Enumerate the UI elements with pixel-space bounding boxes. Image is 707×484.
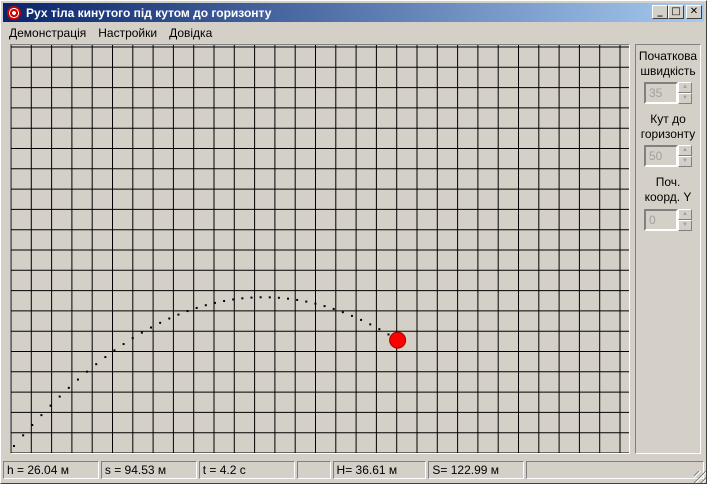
- trail-dot: [113, 349, 116, 352]
- angle-spinner[interactable]: 50 ▲ ▼: [644, 145, 692, 167]
- maximize-button[interactable]: □: [668, 5, 684, 19]
- trail-dot: [150, 326, 153, 329]
- trail-dot: [360, 318, 363, 321]
- trail-dot: [58, 395, 61, 398]
- start-y-label: Поч. коорд. Y: [636, 175, 700, 205]
- trail-dot: [95, 363, 98, 366]
- trail-dot: [122, 343, 125, 346]
- parameters-panel: Початкова швидкість 35 ▲ ▼ Кут до горизо…: [635, 44, 701, 454]
- status-time: t = 4.2 с: [198, 461, 295, 479]
- velocity-label-line2: швидкість: [640, 64, 696, 78]
- window-title: Рух тіла кинутого під кутом до горизонту: [26, 5, 272, 20]
- menu-help[interactable]: Довідка: [163, 26, 218, 40]
- status-height: h = 26.04 м: [3, 461, 99, 479]
- trail-dot: [369, 323, 372, 326]
- velocity-label-line1: Початкова: [638, 49, 698, 63]
- trajectory-plot: [11, 45, 629, 453]
- window-controls: _ □ ✕: [652, 5, 702, 19]
- trail-dot: [86, 370, 89, 373]
- trail-dot: [104, 356, 107, 359]
- trail-dot: [332, 307, 335, 310]
- status-extra: [526, 461, 704, 479]
- menu-demonstration[interactable]: Демонстрація: [3, 26, 92, 40]
- start-y-label-line1: Поч.: [655, 175, 681, 189]
- projectile-ball: [389, 331, 407, 349]
- trail-dot: [168, 317, 171, 320]
- trail-dot: [213, 301, 216, 304]
- status-bar: h = 26.04 м s = 94.53 м t = 4.2 с H= 36.…: [3, 461, 704, 481]
- trail-dot: [159, 321, 162, 324]
- velocity-up-arrow-icon[interactable]: ▲: [678, 82, 692, 93]
- trail-dot: [76, 378, 79, 381]
- angle-label-line1: Кут до: [650, 112, 686, 126]
- title-bar[interactable]: Рух тіла кинутого під кутом до горизонту…: [3, 3, 704, 22]
- close-button[interactable]: ✕: [686, 5, 702, 19]
- angle-up-arrow-icon[interactable]: ▲: [678, 145, 692, 156]
- trail-dot: [232, 298, 235, 301]
- trail-dot: [195, 306, 198, 309]
- trail-dot: [305, 300, 308, 303]
- status-empty: [296, 461, 331, 479]
- minimize-button[interactable]: _: [652, 5, 668, 19]
- app-target-icon[interactable]: [7, 5, 21, 20]
- trail-dot: [177, 313, 180, 316]
- trail-dot: [13, 445, 15, 447]
- resize-grip-icon[interactable]: [694, 471, 706, 483]
- trail-dot: [378, 328, 381, 331]
- trail-dot: [314, 302, 317, 305]
- status-distance: s = 94.53 м: [100, 461, 197, 479]
- trail-dot: [49, 404, 52, 407]
- app-window: Рух тіла кинутого під кутом до горизонту…: [0, 0, 707, 484]
- menu-bar: Демонстрація Настройки Довідка: [3, 23, 218, 42]
- velocity-spinner[interactable]: 35 ▲ ▼: [644, 82, 692, 104]
- trail-dot: [186, 310, 189, 313]
- start-y-input[interactable]: 0: [644, 209, 678, 231]
- angle-label-line2: горизонту: [640, 127, 696, 141]
- trail-dot: [67, 386, 70, 389]
- angle-input[interactable]: 50: [644, 145, 678, 167]
- start-y-label-line2: коорд. Y: [644, 190, 692, 204]
- trail-dot: [40, 414, 43, 417]
- trail-dot: [323, 305, 326, 308]
- trail-dot: [268, 296, 271, 299]
- velocity-down-arrow-icon[interactable]: ▼: [678, 93, 692, 104]
- angle-down-arrow-icon[interactable]: ▼: [678, 156, 692, 167]
- trail-dot: [22, 434, 25, 437]
- angle-label: Кут до горизонту: [636, 112, 700, 142]
- start-y-up-arrow-icon[interactable]: ▲: [678, 209, 692, 220]
- simulation-canvas[interactable]: [10, 44, 630, 454]
- trail-dot: [350, 314, 353, 317]
- start-y-down-arrow-icon[interactable]: ▼: [678, 220, 692, 231]
- trail-dot: [387, 333, 390, 336]
- velocity-label: Початкова швидкість: [636, 49, 700, 79]
- trail-dot: [250, 296, 253, 299]
- trail-dot: [277, 296, 280, 299]
- trail-dot: [287, 297, 290, 300]
- trail-dot: [204, 304, 207, 307]
- velocity-input[interactable]: 35: [644, 82, 678, 104]
- trail-dot: [259, 296, 262, 299]
- menu-settings[interactable]: Настройки: [92, 26, 163, 40]
- start-y-spinner[interactable]: 0 ▲ ▼: [644, 209, 692, 231]
- status-max-height: H= 36.61 м: [332, 461, 427, 479]
- trail-dot: [341, 311, 344, 314]
- trail-dot: [223, 299, 226, 302]
- trail-dot: [296, 298, 299, 301]
- trail-dot: [140, 331, 143, 334]
- trail-dot: [131, 337, 134, 340]
- status-range: S= 122.99 м: [428, 461, 525, 479]
- trail-dot: [241, 297, 244, 300]
- trail-dot: [31, 424, 34, 427]
